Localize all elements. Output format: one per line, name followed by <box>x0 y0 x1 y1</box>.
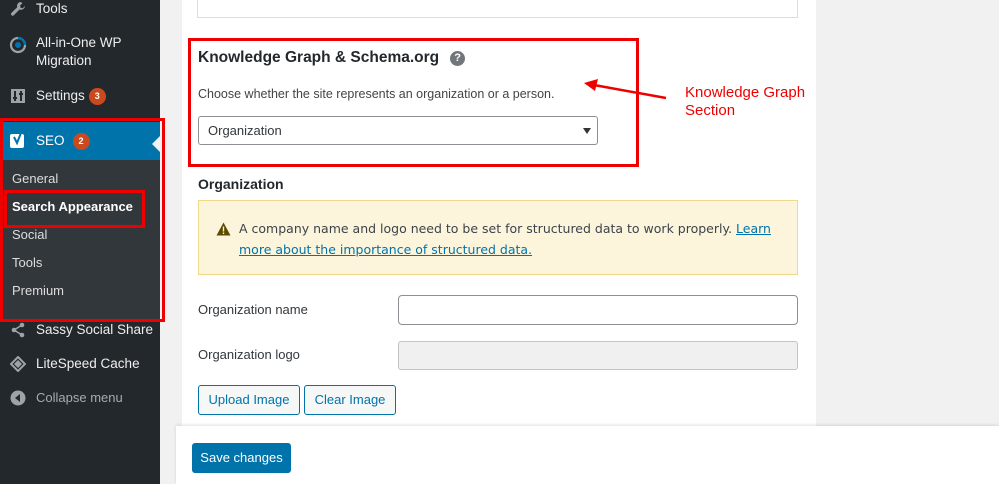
sidebar-item-tools[interactable]: Tools <box>0 0 160 18</box>
knowledge-graph-highlight <box>188 38 639 167</box>
warning-text: A company name and logo need to be set f… <box>239 218 784 260</box>
clear-image-button[interactable]: Clear Image <box>304 385 396 415</box>
settings-icon <box>9 87 27 105</box>
migration-icon <box>9 36 27 54</box>
sidebar-item-label: Settings <box>36 88 85 103</box>
organization-heading: Organization <box>198 176 284 192</box>
upload-image-button[interactable]: Upload Image <box>198 385 300 415</box>
sidebar-item-settings[interactable]: Settings 3 <box>0 86 160 106</box>
save-changes-button[interactable]: Save changes <box>192 443 291 473</box>
annotation-arrow-icon <box>584 79 667 100</box>
annotation-line-1: Knowledge Graph <box>685 84 806 101</box>
sidebar-item-label: Sassy Social Share <box>36 322 154 337</box>
warning-icon <box>216 221 231 240</box>
sidebar-item-settings-label: Settings 3 <box>36 87 106 105</box>
save-bar: Save changes <box>176 426 999 484</box>
organization-name-input[interactable] <box>398 295 798 325</box>
settings-update-badge: 3 <box>88 87 106 105</box>
share-icon <box>9 321 27 339</box>
sidebar-item-label: Tools <box>36 1 68 16</box>
search-appearance-highlight <box>4 190 145 228</box>
organization-logo-input <box>398 341 798 370</box>
sidebar-item-label: LiteSpeed Cache <box>36 356 140 371</box>
diamond-icon <box>9 355 27 373</box>
sidebar-item-sassy-social-share[interactable]: Sassy Social Share <box>0 320 160 340</box>
previous-section-box <box>197 0 798 18</box>
wrench-icon <box>9 0 27 18</box>
collapse-icon <box>9 389 27 407</box>
organization-name-label: Organization name <box>198 302 308 317</box>
sidebar-item-label: All-in-One WP <box>36 35 122 50</box>
sidebar-item-litespeed-cache[interactable]: LiteSpeed Cache <box>0 354 160 374</box>
annotation-line-2: Section <box>685 102 736 119</box>
warning-message: A company name and logo need to be set f… <box>239 221 733 236</box>
annotation-label: Knowledge Graph Section <box>685 84 805 120</box>
structured-data-warning: A company name and logo need to be set f… <box>198 200 798 275</box>
sidebar-item-label: Collapse menu <box>36 390 123 405</box>
sidebar-item-migration[interactable]: All-in-One WP Migration <box>0 34 160 72</box>
sidebar-item-label-line2: Migration <box>36 53 92 68</box>
collapse-menu-button[interactable]: Collapse menu <box>0 388 160 408</box>
organization-logo-label: Organization logo <box>198 347 300 362</box>
